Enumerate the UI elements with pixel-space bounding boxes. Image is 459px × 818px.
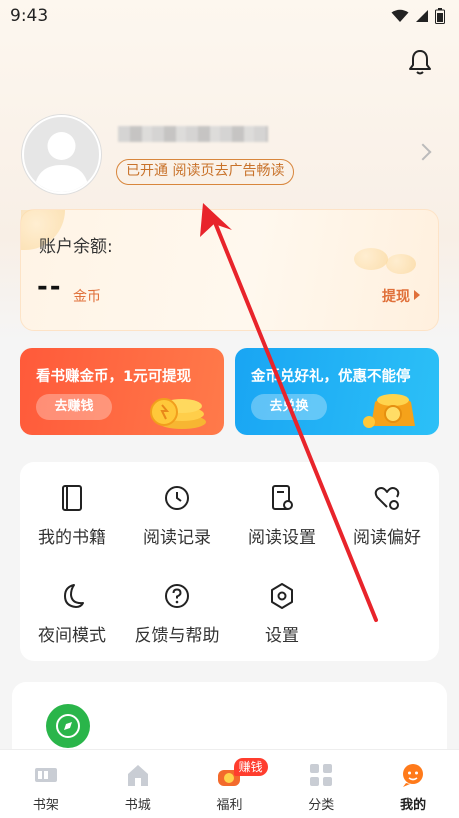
clock-icon bbox=[165, 486, 189, 510]
vip-status-badge[interactable]: 已开通 阅读页去广告畅读 bbox=[116, 159, 295, 185]
my-books-item[interactable]: 我的书籍 bbox=[20, 484, 124, 548]
nav-bookshelf[interactable]: 书架 bbox=[0, 750, 92, 818]
earn-coins-banner[interactable]: 看书赚金币，1元可提现 去赚钱 bbox=[20, 348, 224, 435]
menu-label: 反馈与帮助 bbox=[134, 626, 220, 646]
balance-label: 账户余额: bbox=[39, 237, 113, 257]
nav-label: 分类 bbox=[308, 798, 335, 813]
coin-stack-icon bbox=[150, 398, 206, 429]
balance-unit: 金币 bbox=[73, 289, 101, 305]
home-icon bbox=[127, 765, 148, 786]
nav-label: 书城 bbox=[124, 798, 151, 813]
feedback-help-item[interactable]: 反馈与帮助 bbox=[125, 582, 229, 646]
night-mode-item[interactable]: 夜间模式 bbox=[20, 582, 124, 646]
moon-icon bbox=[64, 584, 84, 608]
book-icon bbox=[62, 485, 82, 511]
status-icons bbox=[391, 8, 445, 24]
notification-bell-icon[interactable] bbox=[407, 48, 433, 76]
balance-value: -- bbox=[37, 272, 63, 302]
reading-preference-item[interactable]: 阅读偏好 bbox=[335, 484, 439, 548]
signal-icon bbox=[416, 10, 428, 22]
nav-category[interactable]: 分类 bbox=[275, 750, 367, 818]
reading-settings-item[interactable]: 阅读设置 bbox=[230, 484, 334, 548]
battery-icon bbox=[435, 8, 445, 24]
balance-card[interactable]: 账户余额: -- 金币 提现 bbox=[20, 209, 439, 331]
nav-label: 书架 bbox=[32, 798, 59, 813]
nav-welfare[interactable]: 赚钱 福利 bbox=[184, 750, 276, 818]
menu-label: 阅读设置 bbox=[248, 528, 316, 548]
menu-label: 设置 bbox=[265, 626, 299, 646]
compass-app-icon[interactable] bbox=[46, 704, 90, 748]
compass-icon bbox=[56, 714, 80, 738]
earn-money-button[interactable]: 去赚钱 bbox=[36, 394, 112, 420]
bottom-navigation: 书架 书城 赚钱 福利 分类 我的 bbox=[0, 749, 459, 818]
menu-label: 阅读偏好 bbox=[353, 528, 421, 548]
status-bar: 9:43 bbox=[0, 0, 459, 32]
coin-decoration bbox=[354, 248, 388, 270]
hexagon-icon bbox=[271, 583, 293, 609]
default-avatar-icon bbox=[34, 132, 89, 192]
function-menu: 我的书籍 阅读记录 阅读设置 阅读偏好 夜间模式 反馈与帮助 设置 bbox=[20, 462, 439, 661]
nav-label: 我的 bbox=[400, 798, 427, 813]
nav-label: 福利 bbox=[216, 798, 243, 813]
coin-decoration bbox=[386, 254, 416, 274]
menu-label: 阅读记录 bbox=[143, 528, 211, 548]
settings-item[interactable]: 设置 bbox=[230, 582, 334, 646]
menu-label: 夜间模式 bbox=[38, 626, 106, 646]
doc-settings-icon bbox=[272, 485, 293, 510]
wifi-icon bbox=[391, 9, 409, 22]
heart-settings-icon bbox=[374, 487, 400, 510]
avatar[interactable] bbox=[22, 115, 101, 194]
withdraw-link[interactable]: 提现 bbox=[382, 286, 410, 306]
nav-bookstore[interactable]: 书城 bbox=[92, 750, 184, 818]
menu-label: 我的书籍 bbox=[38, 528, 106, 548]
question-icon bbox=[165, 584, 189, 608]
chevron-right-icon bbox=[414, 290, 420, 300]
reading-history-item[interactable]: 阅读记录 bbox=[125, 484, 229, 548]
category-icon bbox=[310, 764, 333, 786]
exchange-button[interactable]: 去兑换 bbox=[251, 394, 327, 420]
status-time: 9:43 bbox=[10, 6, 49, 26]
earn-badge: 赚钱 bbox=[233, 758, 268, 776]
exchange-gifts-banner[interactable]: 金币兑好礼，优惠不能停 去兑换 bbox=[235, 348, 439, 435]
mine-icon bbox=[403, 764, 424, 787]
nav-mine[interactable]: 我的 bbox=[367, 750, 459, 818]
username-redacted[interactable] bbox=[118, 126, 268, 142]
gift-bag-icon bbox=[363, 394, 415, 428]
bookshelf-icon bbox=[34, 768, 57, 782]
